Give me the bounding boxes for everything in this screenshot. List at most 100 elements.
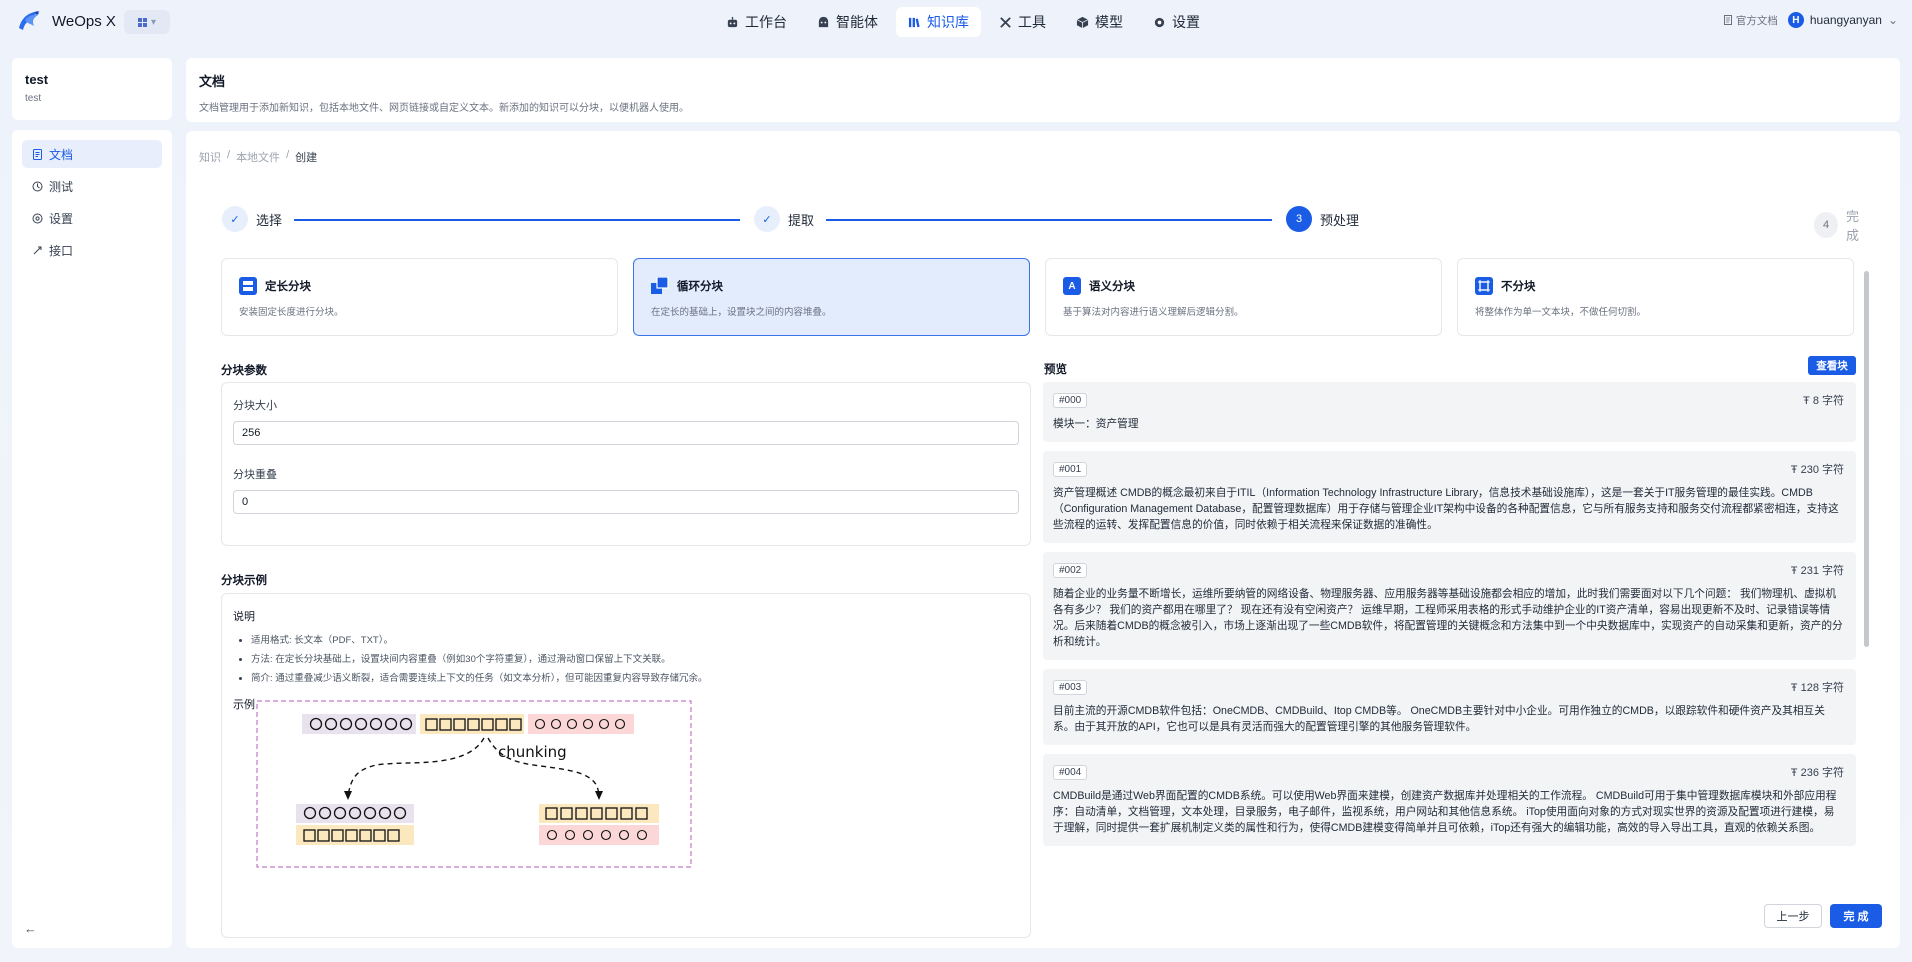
collapse-sidebar-icon[interactable]: ← bbox=[24, 921, 37, 936]
step-label: 完成 bbox=[1846, 209, 1860, 243]
bot-icon bbox=[818, 16, 829, 27]
segment-squares-bg bbox=[420, 714, 524, 734]
step-connector bbox=[294, 219, 740, 221]
brand[interactable]: WeOps X bbox=[16, 8, 116, 34]
chunk-text: 模块一：资产管理 bbox=[1053, 418, 1139, 430]
cube-icon bbox=[1076, 16, 1089, 28]
knowledge-base-subtitle: test bbox=[25, 93, 42, 104]
no-chunk-icon bbox=[1475, 277, 1493, 295]
chunk-id-badge: #002 bbox=[1053, 562, 1088, 578]
nav-item-settings[interactable]: 设置 bbox=[1141, 7, 1212, 37]
sidebar-item-documents[interactable]: 文档 bbox=[22, 140, 162, 168]
library-icon bbox=[908, 17, 920, 27]
explain-bullet: 方法: 在定长分块基础上，设置块间内容重叠（例如30个字符重复），通过滑动窗口保… bbox=[251, 650, 1019, 669]
top-bar: WeOps X ▾ 工作台 智能体 知识库 工具 模型 设置 官方文档 H hu… bbox=[0, 0, 1912, 44]
params-section-title: 分块参数 bbox=[221, 365, 267, 377]
logo-icon bbox=[19, 11, 40, 30]
step-number: 4 bbox=[1814, 212, 1838, 238]
char-count: Ŧ 231 字符 bbox=[1791, 562, 1844, 578]
method-loop[interactable]: 循环分块 在定长的基础上，设置块之间的内容堆叠。 bbox=[633, 258, 1030, 336]
sidebar-item-settings[interactable]: 设置 bbox=[22, 204, 162, 232]
steps: ✓ 选择 ✓ 提取 3 预处理 4 完成 bbox=[222, 206, 1870, 243]
text-icon: Ŧ bbox=[1790, 767, 1801, 779]
method-title: 循环分块 bbox=[677, 281, 723, 293]
preview-scrollbar[interactable] bbox=[1864, 271, 1869, 647]
params-panel: 分块大小 256 分块重叠 0 bbox=[221, 382, 1031, 546]
finish-button[interactable]: 完 成 bbox=[1830, 904, 1882, 928]
text-icon: Ŧ bbox=[1790, 682, 1801, 694]
app-switcher[interactable]: ▾ bbox=[124, 10, 170, 34]
method-description: 将整体作为单一文本块，不做任何切割。 bbox=[1475, 307, 1647, 318]
chunk-text: 目前主流的开源CMDB软件包括：OneCMDB、CMDBuild、Itop CM… bbox=[1053, 705, 1825, 733]
sidebar-item-label: 文档 bbox=[49, 147, 74, 162]
preview-chunk: #001 Ŧ 230 字符 资产管理概述 CMDB的概念最初来自于ITIL（In… bbox=[1043, 451, 1856, 543]
text-icon: Ŧ bbox=[1790, 565, 1801, 577]
step-extract: ✓ 提取 bbox=[754, 206, 814, 232]
method-semantic[interactable]: A 语义分块 基于算法对内容进行语义理解后逻辑分割。 bbox=[1045, 258, 1442, 336]
example-panel: 说明 适用格式: 长文本（PDF、TXT）。 方法: 在定长分块基础上，设置块间… bbox=[221, 593, 1031, 938]
step-label: 提取 bbox=[788, 212, 815, 228]
view-chunks-button[interactable]: 查看块 bbox=[1808, 356, 1856, 375]
nav-item-tools[interactable]: 工具 bbox=[987, 7, 1058, 37]
breadcrumb-separator: / bbox=[227, 149, 231, 161]
example-section-title: 分块示例 bbox=[221, 575, 267, 587]
nav-item-agents[interactable]: 智能体 bbox=[805, 7, 890, 37]
fixed-chunk-icon bbox=[239, 277, 257, 295]
check-icon: ✓ bbox=[222, 206, 248, 232]
gear-icon bbox=[1154, 17, 1165, 27]
main-panel: 知识 / 本地文件 / 创建 ✓ 选择 ✓ 提取 3 预处理 4 完成 定长分块… bbox=[186, 131, 1900, 948]
arrow-right-head bbox=[595, 791, 603, 800]
chunk-overlap-input[interactable]: 0 bbox=[233, 490, 1019, 514]
doc-icon bbox=[1723, 15, 1732, 25]
grid-icon bbox=[137, 17, 147, 27]
char-count: Ŧ 236 字符 bbox=[1791, 764, 1844, 780]
chunking-diagram: chunking bbox=[256, 700, 692, 868]
chunk-id-badge: #004 bbox=[1053, 764, 1088, 780]
arrow-left bbox=[347, 737, 485, 797]
method-fixed-length[interactable]: 定长分块 安装固定长度进行分块。 bbox=[221, 258, 618, 336]
method-title: 语义分块 bbox=[1089, 281, 1135, 293]
settings-icon bbox=[32, 213, 43, 223]
chunk-a-bottom-bg bbox=[296, 825, 414, 845]
preview-title: 预览 bbox=[1044, 364, 1067, 376]
sidebar-header: test test bbox=[12, 58, 172, 120]
official-docs-link[interactable]: 官方文档 bbox=[1723, 13, 1778, 28]
chunk-overlap-label: 分块重叠 bbox=[233, 469, 277, 481]
user-menu[interactable]: H huangyanyan ⌄ bbox=[1787, 12, 1898, 28]
breadcrumb: 知识 / 本地文件 / 创建 bbox=[199, 149, 317, 165]
char-count: Ŧ 128 字符 bbox=[1791, 679, 1844, 695]
preview-chunk: #004 Ŧ 236 字符 CMDBuild是通过Web界面配置的CMDB系统。… bbox=[1043, 754, 1856, 846]
breadcrumb-item[interactable]: 知识 bbox=[199, 149, 221, 165]
step-preprocess: 3 预处理 bbox=[1286, 206, 1359, 232]
docs-label: 官方文档 bbox=[1735, 14, 1778, 27]
chunk-text: 资产管理概述 CMDB的概念最初来自于ITIL（Information Tech… bbox=[1053, 487, 1839, 531]
nav-item-models[interactable]: 模型 bbox=[1064, 7, 1135, 37]
test-icon bbox=[32, 181, 43, 191]
sidebar-item-label: 接口 bbox=[49, 243, 74, 258]
breadcrumb-item[interactable]: 本地文件 bbox=[236, 149, 280, 165]
breadcrumb-current: 创建 bbox=[295, 152, 318, 164]
sidebar-item-label: 测试 bbox=[49, 179, 74, 194]
sidebar-item-api[interactable]: 接口 bbox=[22, 236, 162, 264]
text-icon: Ŧ bbox=[1790, 464, 1801, 476]
nav-label: 工具 bbox=[1018, 14, 1046, 30]
document-icon bbox=[33, 148, 42, 160]
chunk-id-badge: #003 bbox=[1053, 679, 1088, 695]
step-connector bbox=[826, 219, 1272, 221]
sidebar-item-test[interactable]: 测试 bbox=[22, 172, 162, 200]
previous-step-button[interactable]: 上一步 bbox=[1764, 904, 1822, 928]
username: huangyanyan bbox=[1809, 13, 1882, 27]
chunk-size-input[interactable]: 256 bbox=[233, 421, 1019, 445]
nav-item-knowledge[interactable]: 知识库 bbox=[896, 7, 981, 37]
method-description: 安装固定长度进行分块。 bbox=[239, 307, 344, 318]
text-icon: Ŧ bbox=[1803, 395, 1813, 407]
chevron-down-icon: ▾ bbox=[150, 16, 157, 28]
method-no-chunk[interactable]: 不分块 将整体作为单一文本块，不做任何切割。 bbox=[1457, 258, 1854, 336]
preview-chunk: #003 Ŧ 128 字符 目前主流的开源CMDB软件包括：OneCMDB、CM… bbox=[1043, 669, 1856, 745]
chunk-method-options: 定长分块 安装固定长度进行分块。 循环分块 在定长的基础上，设置块之间的内容堆叠… bbox=[221, 258, 1859, 336]
explain-bullet: 适用格式: 长文本（PDF、TXT）。 bbox=[251, 631, 1019, 650]
nav-item-workbench[interactable]: 工作台 bbox=[714, 7, 799, 37]
nav-label: 工作台 bbox=[745, 14, 787, 30]
char-count-value: 236 字符 bbox=[1800, 767, 1844, 779]
tools-icon bbox=[1000, 16, 1011, 28]
